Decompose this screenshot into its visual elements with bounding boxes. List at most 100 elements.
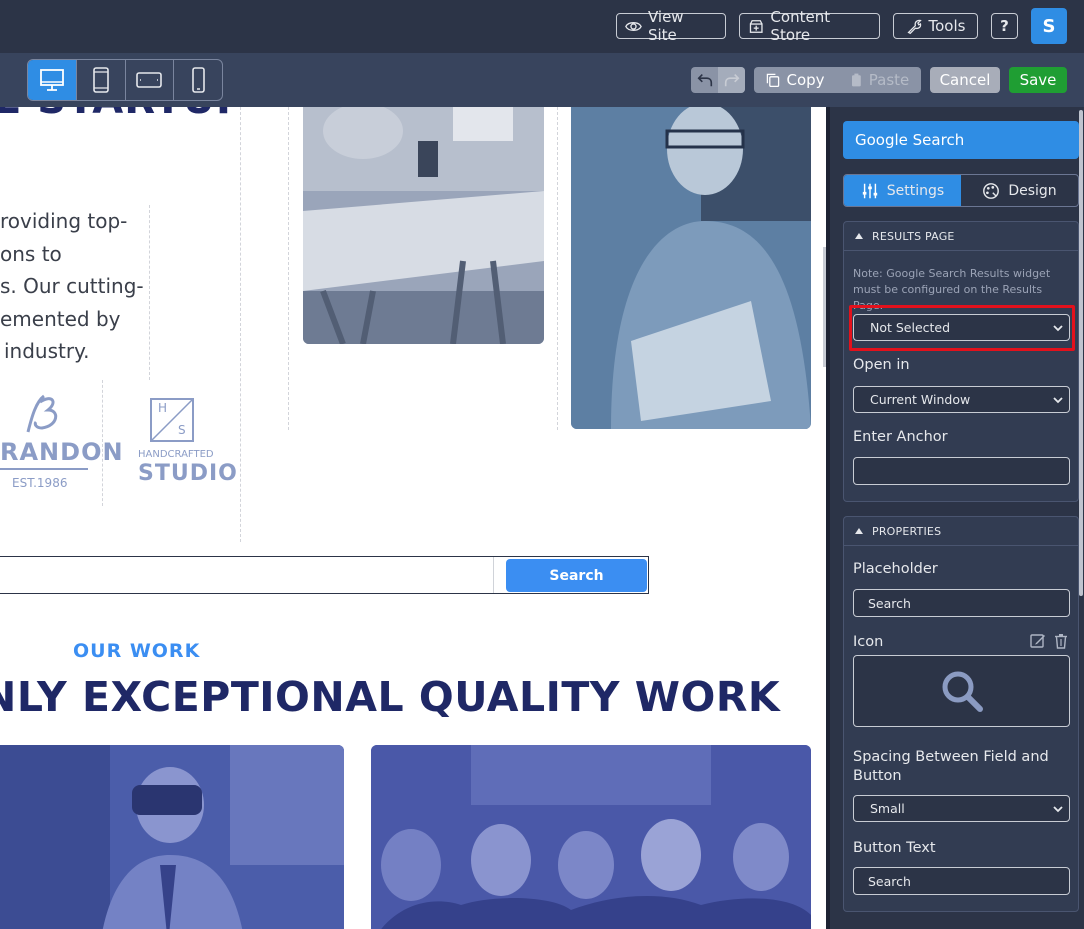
panel-scrollbar[interactable] [1079,110,1083,596]
intro-line: s. Our cutting- [0,274,144,298]
logo-rule [0,468,88,470]
office-photo [303,107,544,344]
redo-icon [724,74,739,87]
results-page-header[interactable]: RESULTS PAGE [844,222,1078,251]
chevron-down-icon [1053,806,1063,813]
device-desktop-button[interactable] [28,60,77,100]
copy-button[interactable]: Copy [754,67,836,93]
wrench-icon [906,19,922,34]
chevron-down-icon [1053,397,1063,404]
paste-icon [851,73,861,87]
studio-text: STUDIO [138,461,238,486]
search-preview-button[interactable]: Search [506,559,647,592]
tablet-landscape-icon [136,72,163,88]
spacing-label: Spacing Between Field and Button [853,749,1049,784]
search-widget-preview: Search [0,556,649,594]
anchor-label: Enter Anchor [853,429,948,445]
eye-icon [625,21,642,31]
brandon-monogram-icon [26,394,58,433]
man-laptop-image [571,107,811,429]
startup-heading: E STARTUP [0,107,246,123]
editor-toolbar: Copy Paste Cancel Save [0,53,1084,107]
anchor-input[interactable] [853,457,1070,485]
open-in-select[interactable]: Current Window [853,386,1070,413]
help-icon: ? [1000,17,1009,35]
user-avatar[interactable]: S [1031,8,1067,44]
placeholder-label: Placeholder [853,561,938,577]
vr-photo-image [0,745,344,929]
brandon-logo: RANDON EST.1986 [0,392,123,492]
hs-monogram-icon [150,398,194,442]
open-in-select-value: Current Window [870,392,971,407]
intro-line: ons to [0,241,62,266]
device-tablet-landscape-button[interactable] [126,60,175,100]
edit-icon[interactable] [1030,633,1046,649]
paste-label: Paste [868,71,910,89]
trash-icon[interactable] [1053,633,1069,649]
device-tablet-button[interactable] [77,60,126,100]
search-separator [493,557,494,593]
tools-label: Tools [928,17,966,35]
desktop-icon [39,69,64,91]
store-icon [749,19,763,33]
results-page-select[interactable]: Not Selected [853,314,1070,341]
widget-title: Google Search [843,121,1079,159]
page-canvas: E STARTUP roviding top- ons to s. Our cu… [0,107,826,929]
team-photo-image [371,745,811,929]
copy-label: Copy [786,71,825,89]
team-photo [371,745,811,929]
button-text-input[interactable]: Search [853,867,1070,895]
spacing-select[interactable]: Small [853,795,1070,822]
properties-header[interactable]: PROPERTIES [844,517,1078,546]
placeholder-input[interactable]: Search [853,589,1070,617]
palette-icon [983,182,1000,199]
spacing-select-value: Small [870,801,905,816]
office-photo-image [303,107,544,344]
tab-settings-label: Settings [886,182,945,199]
panel-tabs: Settings Design [843,174,1079,207]
view-site-button[interactable]: View Site [616,8,726,44]
properties-title: PROPERTIES [872,524,942,538]
our-work-label: OUR WORK [73,640,201,662]
icon-label: Icon [853,634,884,650]
save-label: Save [1019,71,1057,89]
device-switcher [27,59,223,101]
cancel-label: Cancel [939,71,991,89]
intro-line: roviding top- [0,209,128,233]
undo-redo-group [691,67,745,93]
column-divider [240,107,241,542]
cancel-button[interactable]: Cancel [930,67,1000,93]
tab-design[interactable]: Design [961,175,1078,206]
intro-line: emented by [0,306,121,331]
column-divider [149,205,150,380]
handcrafted-studio-logo: H S HANDCRAFTED STUDIO [134,397,237,492]
paste-button[interactable]: Paste [836,67,921,93]
redo-button[interactable] [718,67,745,93]
button-text-label: Button Text [853,840,936,856]
vr-photo [0,745,344,929]
search-icon [942,671,983,712]
mobile-icon [192,67,205,93]
sliders-icon [862,183,877,198]
intro-paragraph: roviding top- ons to s. Our cutting- eme… [0,205,145,368]
save-button[interactable]: Save [1009,67,1067,93]
brandon-logo-text: RANDON [0,438,124,466]
content-store-button[interactable]: Content Store [739,8,880,44]
brandon-logo-subtext: EST.1986 [12,476,68,490]
icon-preview-box[interactable] [853,655,1070,727]
view-site-label: View Site [647,8,684,44]
tools-button[interactable]: Tools [893,13,978,39]
open-in-label: Open in [853,357,910,373]
caret-up-icon [855,528,863,534]
caret-up-icon [855,233,863,239]
help-button[interactable]: ? [991,13,1018,39]
tab-settings[interactable]: Settings [844,175,961,206]
device-mobile-button[interactable] [174,60,222,100]
undo-icon [697,74,712,87]
undo-button[interactable] [691,67,718,93]
avatar-initial: S [1042,15,1056,37]
quality-work-heading: NLY EXCEPTIONAL QUALITY WORK [0,673,781,721]
results-page-title: RESULTS PAGE [872,229,955,243]
intro-line: industry. [4,339,90,363]
hs-monogram-s: S [178,423,186,437]
